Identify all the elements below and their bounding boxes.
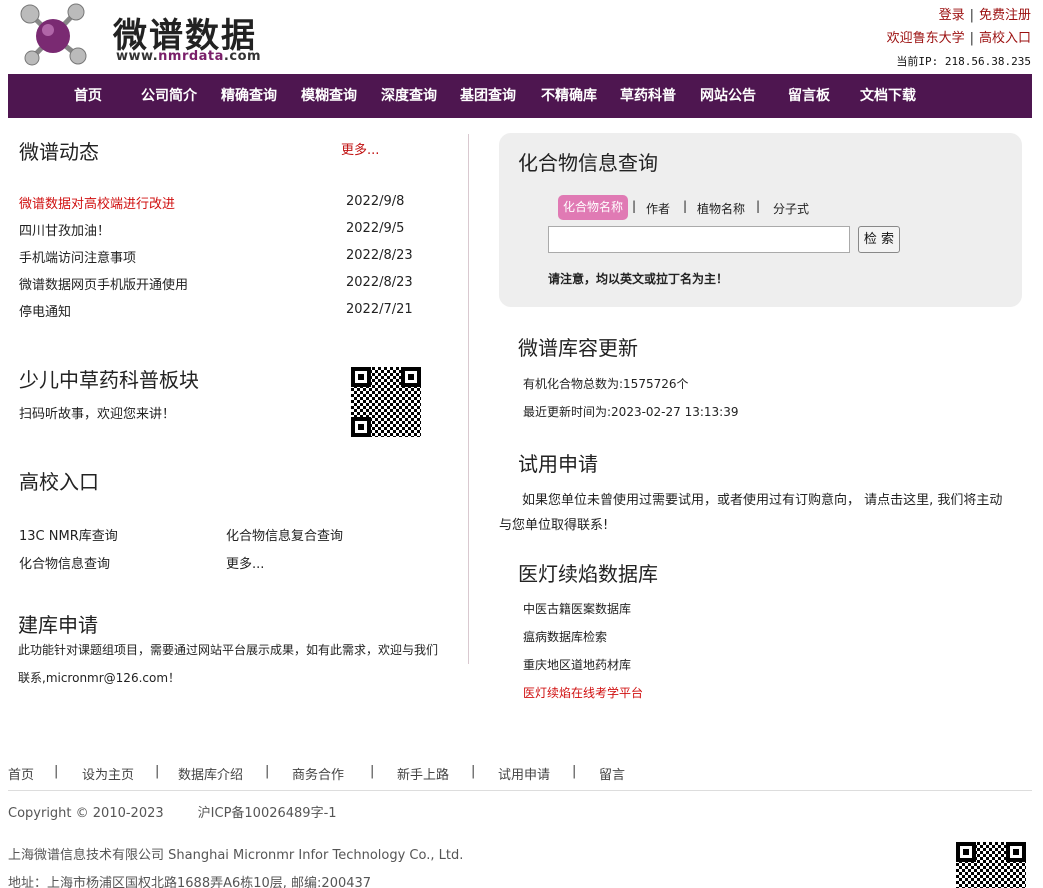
logo-url-suffix: .com — [223, 49, 262, 64]
herbal-section-title: 少儿中草药科普板块 — [19, 368, 199, 392]
build-db-text-line2: 联系,micronmr@126.com！ — [18, 671, 181, 685]
qr-finder — [351, 367, 371, 387]
nav-item-home[interactable]: 首页 — [74, 74, 102, 118]
nav-item-about[interactable]: 公司简介 — [141, 74, 197, 118]
news-item-title[interactable]: 微谱数据对高校端进行改进 — [19, 193, 175, 212]
campus-more-link[interactable]: 更多... — [226, 553, 264, 572]
footer-link-message[interactable]: 留言 — [599, 764, 625, 783]
separator: | — [969, 31, 974, 46]
news-item-date: 2022/8/23 — [346, 248, 413, 263]
campus-entry-link[interactable]: 高校入口 — [979, 31, 1031, 46]
campus-section-title: 高校入口 — [19, 470, 99, 494]
herbal-qr-code — [351, 367, 421, 437]
copyright-line: Copyright © 2010-2023 沪ICP备10026489字-1 — [8, 802, 337, 821]
footer-qr-code — [956, 842, 1026, 888]
news-item-title[interactable]: 四川甘孜加油！ — [19, 220, 110, 239]
molecule-logo-icon[interactable] — [18, 2, 88, 68]
news-section-title: 微谱动态 — [19, 140, 99, 164]
yideng-link-classic-cases[interactable]: 中医古籍医案数据库 — [523, 600, 631, 617]
build-db-text-line1: 此功能针对课题组项目，需要通过网站平台展示成果，如有此需求，欢迎与我们 — [18, 643, 439, 657]
column-divider — [468, 134, 469, 664]
last-update-time: 最近更新时间为:2023-02-27 13:13:39 — [523, 405, 739, 419]
search-button[interactable]: 检 索 — [858, 226, 900, 253]
account-links: 登录 | 免费注册 欢迎鲁东大学 | 高校入口 — [887, 4, 1031, 50]
yideng-section-title: 医灯续焰数据库 — [518, 562, 658, 586]
news-item-title[interactable]: 手机端访问注意事项 — [19, 247, 136, 266]
nav-item-deep-search[interactable]: 深度查询 — [381, 74, 437, 118]
news-item-date: 2022/8/23 — [346, 275, 413, 290]
news-item-date: 2022/9/8 — [346, 194, 405, 209]
qr-finder — [956, 842, 976, 862]
site-header: 微谱数据 www.nmrdata.com 登录 | 免费注册 欢迎鲁东大学 | 高校入口… — [0, 0, 1043, 74]
nav-item-herbal[interactable]: 草药科普 — [620, 74, 676, 118]
qr-finder — [401, 367, 421, 387]
footer-separator: | — [54, 764, 59, 779]
nav-item-group-search[interactable]: 基团查询 — [460, 74, 516, 118]
footer-link-set-homepage[interactable]: 设为主页 — [82, 764, 134, 783]
nav-item-fuzzy-search[interactable]: 模糊查询 — [301, 74, 357, 118]
footer-link-home[interactable]: 首页 — [8, 764, 34, 783]
copyright: Copyright © 2010-2023 — [8, 806, 164, 821]
tab-plant-name[interactable]: 植物名称 — [697, 200, 745, 217]
tab-separator: | — [756, 199, 761, 213]
news-item-title[interactable]: 微谱数据网页手机版开通使用 — [19, 274, 188, 293]
search-notice: 请注意，均以英文或拉丁名为主！ — [548, 272, 729, 286]
yideng-link-chongqing-herbs[interactable]: 重庆地区道地药材库 — [523, 656, 631, 673]
qr-finder — [1006, 842, 1026, 862]
news-item-date: 2022/7/21 — [346, 302, 413, 317]
trial-section-title: 试用申请 — [518, 452, 598, 476]
footer-link-db-intro[interactable]: 数据库介绍 — [178, 764, 243, 783]
ip-label: 当前IP: — [896, 55, 939, 68]
footer-separator: | — [572, 764, 577, 779]
nav-item-inexact-db[interactable]: 不精确库 — [541, 74, 597, 118]
trial-text-line2: 与您单位取得联系! — [499, 518, 609, 533]
compound-search-input[interactable] — [548, 226, 850, 253]
herbal-description: 扫码听故事，欢迎您来讲！ — [19, 407, 176, 422]
campus-link-compound-search[interactable]: 化合物信息查询 — [19, 553, 110, 572]
tab-molecular-formula[interactable]: 分子式 — [773, 200, 809, 217]
ip-value: 218.56.38.235 — [944, 55, 1031, 68]
campus-link-compound-multi-search[interactable]: 化合物信息复合查询 — [226, 525, 343, 544]
icp-number[interactable]: 沪ICP备10026489字-1 — [198, 806, 337, 821]
search-panel-title: 化合物信息查询 — [518, 151, 658, 175]
nav-item-notice[interactable]: 网站公告 — [700, 74, 756, 118]
footer-separator: | — [471, 764, 476, 779]
tab-compound-name[interactable]: 化合物名称 — [558, 195, 628, 220]
main-nav: 首页 公司简介 精确查询 模糊查询 深度查询 基团查询 不精确库 草药科普 网站… — [8, 74, 1032, 118]
news-item-title[interactable]: 停电通知 — [19, 301, 71, 320]
logo-url-highlight: nmrdata — [158, 49, 224, 64]
login-link[interactable]: 登录 — [939, 8, 965, 23]
trial-text-line1[interactable]: 如果您单位未曾使用过需要试用，或者使用过有订购意向， 请点击这里, 我们将主动 — [522, 489, 1002, 508]
welcome-link[interactable]: 欢迎鲁东大学 — [887, 31, 965, 46]
footer-separator: | — [155, 764, 160, 779]
news-item-date: 2022/9/5 — [346, 221, 405, 236]
company-name: 上海微谱信息技术有限公司 Shanghai Micronmr Infor Tec… — [8, 848, 464, 863]
yideng-link-exam-platform[interactable]: 医灯续焰在线考学平台 — [523, 684, 643, 701]
company-address: 地址：上海市杨浦区国权北路1688弄A6栋10层, 邮编:200437 — [8, 876, 372, 888]
logo-url: www.nmrdata.com — [116, 49, 261, 64]
footer-separator: | — [265, 764, 270, 779]
separator: | — [969, 8, 974, 23]
update-section-title: 微谱库容更新 — [518, 336, 638, 360]
nav-item-exact-search[interactable]: 精确查询 — [221, 74, 277, 118]
campus-link-13c-nmr[interactable]: 13C NMR库查询 — [19, 525, 118, 544]
current-ip: 当前IP: 218.56.38.235 — [896, 53, 1031, 69]
qr-finder — [351, 417, 371, 437]
tab-separator: | — [632, 199, 637, 213]
logo-url-prefix: www. — [116, 49, 159, 64]
nav-item-downloads[interactable]: 文档下载 — [860, 74, 916, 118]
compound-count: 有机化合物总数为:1575726个 — [523, 377, 689, 391]
tab-author[interactable]: 作者 — [646, 200, 670, 217]
register-link[interactable]: 免费注册 — [979, 8, 1031, 23]
tab-separator: | — [683, 199, 688, 213]
nav-item-guestbook[interactable]: 留言板 — [788, 74, 830, 118]
footer-separator: | — [370, 764, 375, 779]
footer-divider — [8, 790, 1032, 791]
build-db-section-title: 建库申请 — [18, 613, 98, 637]
news-more-link[interactable]: 更多... — [341, 139, 379, 158]
footer-link-beginners[interactable]: 新手上路 — [397, 764, 449, 783]
yideng-link-epidemic-db[interactable]: 瘟病数据库检索 — [523, 628, 607, 645]
footer-link-business[interactable]: 商务合作 — [292, 764, 344, 783]
footer-link-trial[interactable]: 试用申请 — [498, 764, 550, 783]
